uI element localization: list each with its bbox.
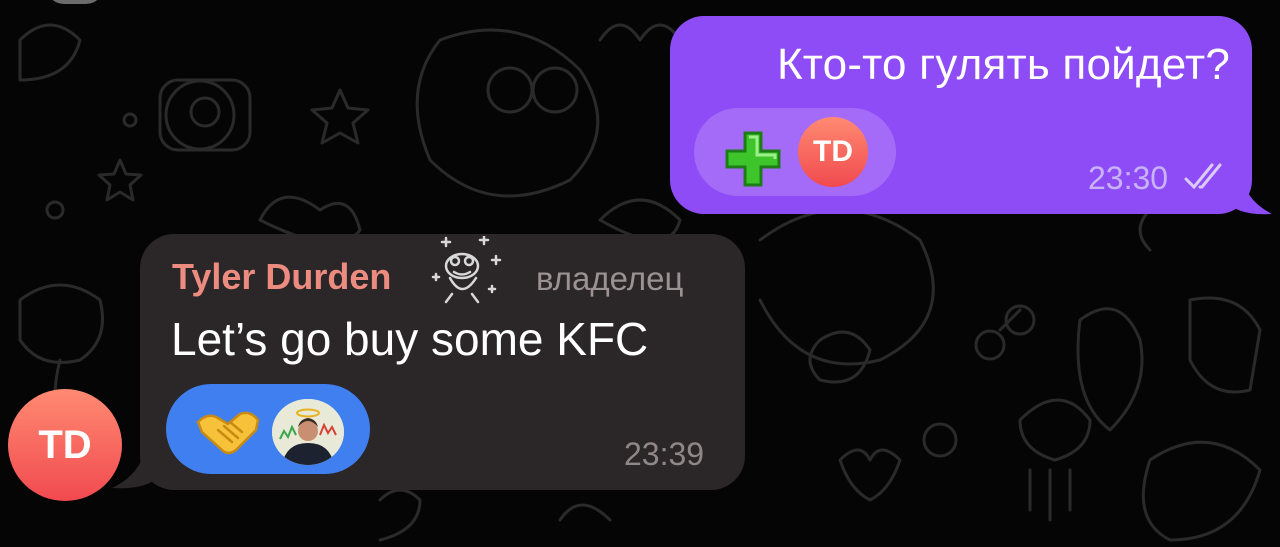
reaction-user-avatar: TD <box>798 117 868 187</box>
handshake-emoji-icon <box>196 411 260 455</box>
sender-avatar[interactable]: TD <box>8 389 122 501</box>
sender-name[interactable]: Tyler Durden <box>172 256 391 298</box>
incoming-message-time: 23:39 <box>624 436 705 472</box>
double-check-icon <box>1184 163 1222 190</box>
outgoing-bubble-tail <box>1226 170 1272 215</box>
user-photo-icon <box>272 399 344 465</box>
plus-emoji-icon <box>725 131 781 187</box>
incoming-message-text: Let’s go buy some KFC <box>171 313 649 365</box>
outgoing-message-time: 23:30 <box>1088 160 1169 196</box>
member-role-label: владелец <box>536 260 684 297</box>
outgoing-message-text: Кто-то гулять пойдет? <box>776 40 1230 89</box>
frog-emoji-status-icon[interactable] <box>428 236 510 306</box>
user-photo-avatar <box>272 399 344 465</box>
